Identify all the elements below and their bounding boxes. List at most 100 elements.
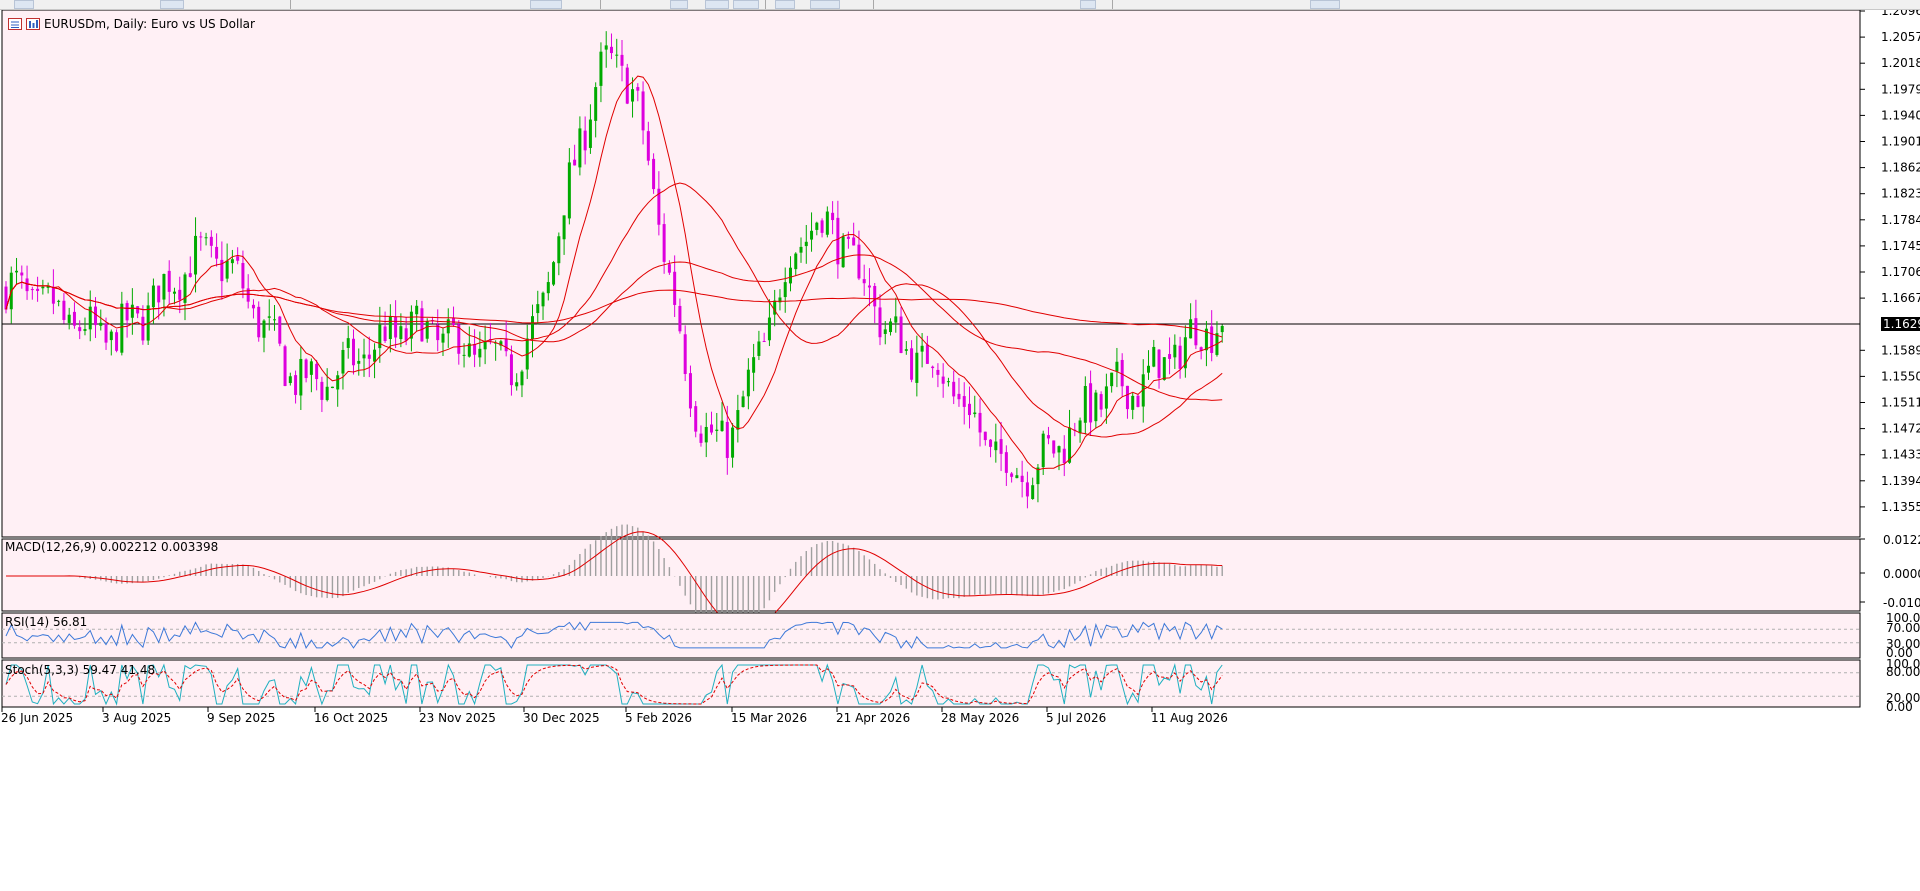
candle-body xyxy=(209,236,213,246)
price-tick-label: 1.18620 xyxy=(1881,161,1920,175)
candle-body xyxy=(325,386,329,401)
candle-body xyxy=(404,328,408,341)
candle-body xyxy=(288,376,292,384)
candle-body xyxy=(273,319,277,321)
candle-body xyxy=(67,314,71,323)
price-tick-label: 1.13550 xyxy=(1881,500,1920,514)
chart-bars-icon[interactable] xyxy=(26,18,40,30)
candle-body xyxy=(330,386,334,389)
candle-body xyxy=(1110,372,1114,387)
zoom-in-icon[interactable] xyxy=(530,0,562,9)
candle-body xyxy=(915,352,919,383)
candle-body xyxy=(694,406,698,432)
crosshair-icon[interactable] xyxy=(810,0,840,9)
candle-body xyxy=(799,246,803,253)
candle-body xyxy=(583,130,587,151)
candle-body xyxy=(852,237,856,246)
candle-body xyxy=(515,382,519,387)
candle-body xyxy=(1104,386,1108,409)
candle-body xyxy=(336,375,340,390)
candle-body xyxy=(478,348,482,358)
candle-body xyxy=(251,304,255,309)
candle-body xyxy=(109,331,113,341)
price-tick-label: 1.20570 xyxy=(1881,30,1920,44)
autoscroll-icon[interactable] xyxy=(733,0,759,9)
candle-body xyxy=(94,306,98,326)
candle-body xyxy=(878,307,882,338)
grid-icon[interactable] xyxy=(705,0,729,9)
main-panel[interactable] xyxy=(1,10,1861,538)
candle-body xyxy=(699,433,703,443)
rsi-panel[interactable] xyxy=(1,612,1861,659)
toolbar-separator xyxy=(290,0,291,9)
candle-body xyxy=(646,131,650,161)
toolbar-separator xyxy=(873,0,874,9)
candle-body xyxy=(1136,395,1140,407)
candle-body xyxy=(320,381,324,400)
candle-body xyxy=(162,273,166,300)
candle-body xyxy=(1210,326,1214,353)
macd-panel[interactable] xyxy=(1,538,1861,612)
stoch-panel[interactable] xyxy=(1,659,1861,708)
candle-body xyxy=(952,381,956,397)
price-tick-label: 1.15500 xyxy=(1881,369,1920,383)
zoom-out-icon[interactable] xyxy=(670,0,688,9)
candle-body xyxy=(931,366,935,369)
chart-list-icon[interactable] xyxy=(8,18,22,30)
candle-body xyxy=(741,396,745,408)
candle-body xyxy=(267,316,271,318)
candle-body xyxy=(99,322,103,326)
candle-body xyxy=(136,306,140,314)
text-icon[interactable] xyxy=(1310,0,1340,9)
candle-body xyxy=(309,361,313,375)
candle-body xyxy=(652,158,656,190)
candle-body xyxy=(631,89,635,102)
candle-body xyxy=(662,224,666,262)
candle-body xyxy=(383,326,387,342)
candle-body xyxy=(83,329,87,331)
price-tick-label: 1.14720 xyxy=(1881,422,1920,436)
candle-body xyxy=(394,316,398,338)
candle-body xyxy=(204,237,208,239)
candle-body xyxy=(373,349,377,362)
candle-body xyxy=(1131,395,1135,410)
rsi-tick-label: 70.00 xyxy=(1886,621,1920,635)
period-icon[interactable] xyxy=(775,0,795,9)
new-chart-icon[interactable] xyxy=(14,0,34,9)
line-icon[interactable] xyxy=(1080,0,1096,9)
date-tick-label: 15 Mar 2026 xyxy=(731,711,807,725)
candle-body xyxy=(1173,344,1177,358)
candle-body xyxy=(673,271,677,305)
candle-body xyxy=(1057,446,1061,453)
candle-body xyxy=(710,424,714,433)
candle-body xyxy=(867,285,871,288)
chart-canvas[interactable]: 1.20960 1.20570 1.20180 1.19790 1.19400 1.190… xyxy=(0,10,1920,891)
candle-body xyxy=(15,270,19,273)
candle-body xyxy=(989,439,993,447)
price-tick-label: 1.20960 xyxy=(1881,10,1920,18)
candle-body xyxy=(641,91,645,131)
stoch-tick-label: 0.00 xyxy=(1886,700,1913,714)
candle-body xyxy=(783,282,787,298)
candle-body xyxy=(746,369,750,397)
candle-body xyxy=(667,264,671,273)
candle-body xyxy=(946,381,950,383)
candle-body xyxy=(967,403,971,416)
macd-tick-label: 0.000000 xyxy=(1883,567,1920,581)
candle-body xyxy=(1083,386,1087,423)
candle-body xyxy=(562,215,566,240)
candle-body xyxy=(1020,475,1024,483)
candle-body xyxy=(462,354,466,356)
candle-body xyxy=(1052,440,1056,454)
candle-body xyxy=(1089,383,1093,423)
candle-body xyxy=(620,54,624,66)
chart-window[interactable]: 1.20960 1.20570 1.20180 1.19790 1.19400 1.190… xyxy=(0,10,1920,891)
price-tick-label: 1.17060 xyxy=(1881,265,1920,279)
open-folder-icon[interactable] xyxy=(160,0,184,9)
candle-body xyxy=(688,373,692,409)
candle-body xyxy=(283,346,287,387)
candle-body xyxy=(831,212,835,221)
candle-body xyxy=(1004,452,1008,473)
candle-body xyxy=(72,311,76,326)
candle-body xyxy=(115,332,119,351)
